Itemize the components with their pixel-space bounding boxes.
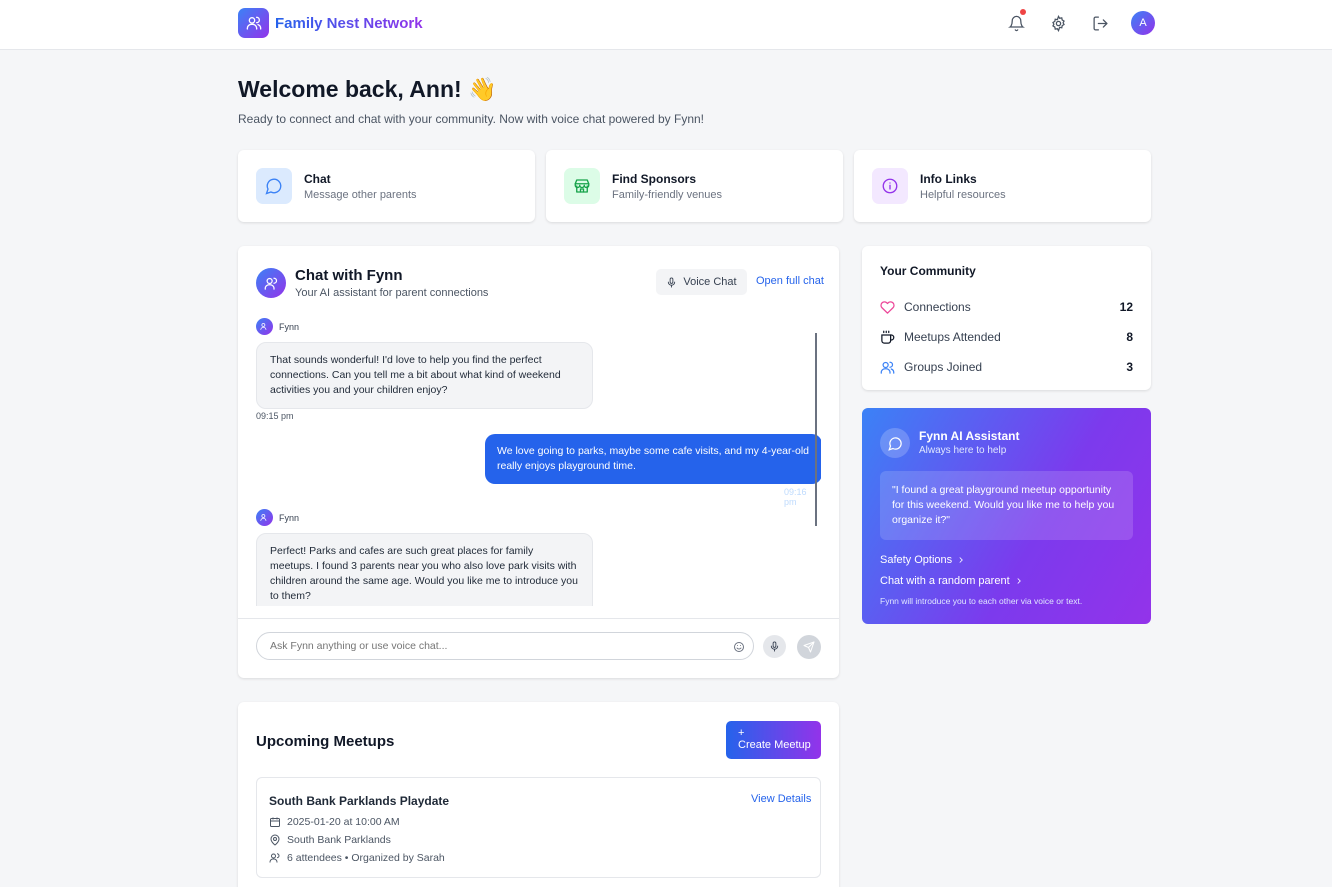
chat-random-parent-link[interactable]: Chat with a random parent: [880, 575, 1024, 587]
meetup-item[interactable]: South Bank Parklands Playdate View Detai…: [256, 777, 821, 878]
assistant-subtitle: Always here to help: [919, 445, 1007, 456]
welcome-subtitle: Ready to connect and chat with your comm…: [238, 112, 705, 126]
quick-link-subtitle: Helpful resources: [920, 188, 1006, 201]
user-avatar[interactable]: A: [1131, 11, 1155, 35]
map-pin-icon: [270, 834, 280, 846]
meetup-date: 2025-01-20 at 10:00 AM: [269, 816, 400, 828]
message-circle-icon: [256, 168, 292, 204]
link-label: Safety Options: [880, 554, 953, 566]
info-icon: [872, 168, 908, 204]
fynn-avatar-icon: [256, 268, 286, 298]
assistant-title: Fynn AI Assistant: [919, 429, 1020, 443]
message-bubble-outgoing: We love going to parks, maybe some cafe …: [485, 434, 821, 484]
assistant-quote: "I found a great playground meetup oppor…: [880, 471, 1133, 540]
community-stats-card: Your Community Connections 12 Meetups At…: [862, 246, 1151, 390]
bell-icon[interactable]: [1004, 9, 1028, 35]
send-icon: [803, 641, 815, 653]
meetup-date-text: 2025-01-20 at 10:00 AM: [287, 816, 400, 828]
voice-chat-label: Voice Chat: [683, 276, 737, 288]
stat-label: Connections: [904, 300, 971, 314]
calendar-icon: [270, 817, 280, 827]
meetup-location: South Bank Parklands: [269, 834, 391, 846]
message-circle-icon: [880, 428, 910, 458]
fynn-assistant-card: Fynn AI Assistant Always here to help "I…: [862, 408, 1151, 624]
chevron-right-icon: [1017, 578, 1021, 584]
quick-link-title: Info Links: [920, 171, 977, 186]
chat-message-input[interactable]: [256, 632, 754, 660]
create-meetup-label: Create Meetup: [738, 739, 811, 751]
message-bubble-incoming: Perfect! Parks and cafes are such great …: [256, 533, 593, 606]
create-meetup-button[interactable]: + Create Meetup: [726, 721, 821, 759]
heart-icon: [880, 300, 895, 314]
stat-row-connections: Connections 12: [880, 292, 1133, 322]
meetup-location-text: South Bank Parklands: [287, 834, 391, 846]
stat-value: 12: [1119, 300, 1133, 314]
meetup-title: South Bank Parklands Playdate: [269, 794, 450, 808]
community-title: Your Community: [880, 264, 976, 278]
gear-icon[interactable]: [1046, 11, 1070, 35]
quick-link-info[interactable]: Info Links Helpful resources: [854, 150, 1151, 222]
open-full-chat-link[interactable]: Open full chat: [756, 275, 824, 287]
mic-icon: [770, 641, 779, 652]
voice-chat-button[interactable]: Voice Chat: [656, 269, 747, 295]
link-label: Chat with a random parent: [880, 575, 1010, 587]
app-name: Family Nest Network: [275, 14, 423, 32]
logout-icon[interactable]: [1088, 11, 1112, 35]
notification-dot: [1020, 9, 1026, 15]
quick-link-sponsors[interactable]: Find Sponsors Family-friendly venues: [546, 150, 843, 222]
plus-icon: +: [738, 727, 745, 739]
sender-name: Fynn: [279, 321, 300, 332]
message-bubble-incoming: That sounds wonderful! I'd love to help …: [256, 342, 593, 409]
users-logo-icon: [238, 8, 269, 38]
stat-value: 3: [1126, 360, 1133, 374]
quick-link-subtitle: Message other parents: [304, 188, 417, 201]
chevron-right-icon: [959, 557, 963, 563]
meetups-title: Upcoming Meetups: [256, 733, 395, 750]
meetup-attendees: 6 attendees • Organized by Sarah: [269, 852, 445, 864]
chat-panel: Chat with Fynn Your AI assistant for par…: [238, 246, 839, 678]
message-sender: Fynn: [256, 509, 299, 526]
send-button[interactable]: [797, 635, 821, 659]
top-navigation-bar: Family Nest Network A: [0, 0, 1332, 50]
assistant-note: Fynn will introduce you to each other vi…: [880, 596, 1083, 606]
mic-icon: [668, 276, 676, 288]
chat-scrollbar[interactable]: [815, 333, 817, 526]
sender-name: Fynn: [279, 512, 300, 523]
mic-button[interactable]: [763, 635, 786, 658]
fynn-avatar-icon: [256, 318, 273, 335]
chat-title: Chat with Fynn: [295, 267, 403, 284]
users-icon: [880, 361, 895, 374]
message-sender: Fynn: [256, 318, 299, 335]
stat-label: Meetups Attended: [904, 330, 1001, 344]
quick-link-subtitle: Family-friendly venues: [612, 188, 723, 201]
view-details-link[interactable]: View Details: [751, 793, 811, 805]
quick-link-chat[interactable]: Chat Message other parents: [238, 150, 535, 222]
coffee-icon: [881, 330, 895, 344]
message-time: 09:15 pm: [256, 411, 294, 421]
fynn-avatar-icon: [256, 509, 273, 526]
quick-link-title: Chat: [304, 171, 331, 186]
safety-options-link[interactable]: Safety Options: [880, 554, 966, 566]
brand[interactable]: Family Nest Network: [238, 8, 423, 38]
upcoming-meetups-card: Upcoming Meetups + Create Meetup South B…: [238, 702, 839, 887]
message-list[interactable]: Fynn That sounds wonderful! I'd love to …: [256, 316, 821, 606]
chat-subtitle: Your AI assistant for parent connections: [295, 287, 489, 299]
welcome-title: Welcome back, Ann! 👋: [238, 76, 497, 102]
stat-row-groups: Groups Joined 3: [880, 352, 1133, 382]
store-icon: [564, 168, 600, 204]
smile-icon[interactable]: [733, 640, 745, 658]
stat-label: Groups Joined: [904, 360, 983, 374]
chat-input-bar: [238, 618, 839, 678]
welcome-section: Welcome back, Ann! 👋 Ready to connect an…: [238, 76, 704, 126]
stat-row-meetups: Meetups Attended 8: [880, 322, 1133, 352]
users-icon: [269, 853, 280, 863]
stat-value: 8: [1126, 330, 1133, 344]
quick-link-title: Find Sponsors: [612, 171, 696, 186]
meetup-attendees-text: 6 attendees • Organized by Sarah: [287, 852, 445, 864]
